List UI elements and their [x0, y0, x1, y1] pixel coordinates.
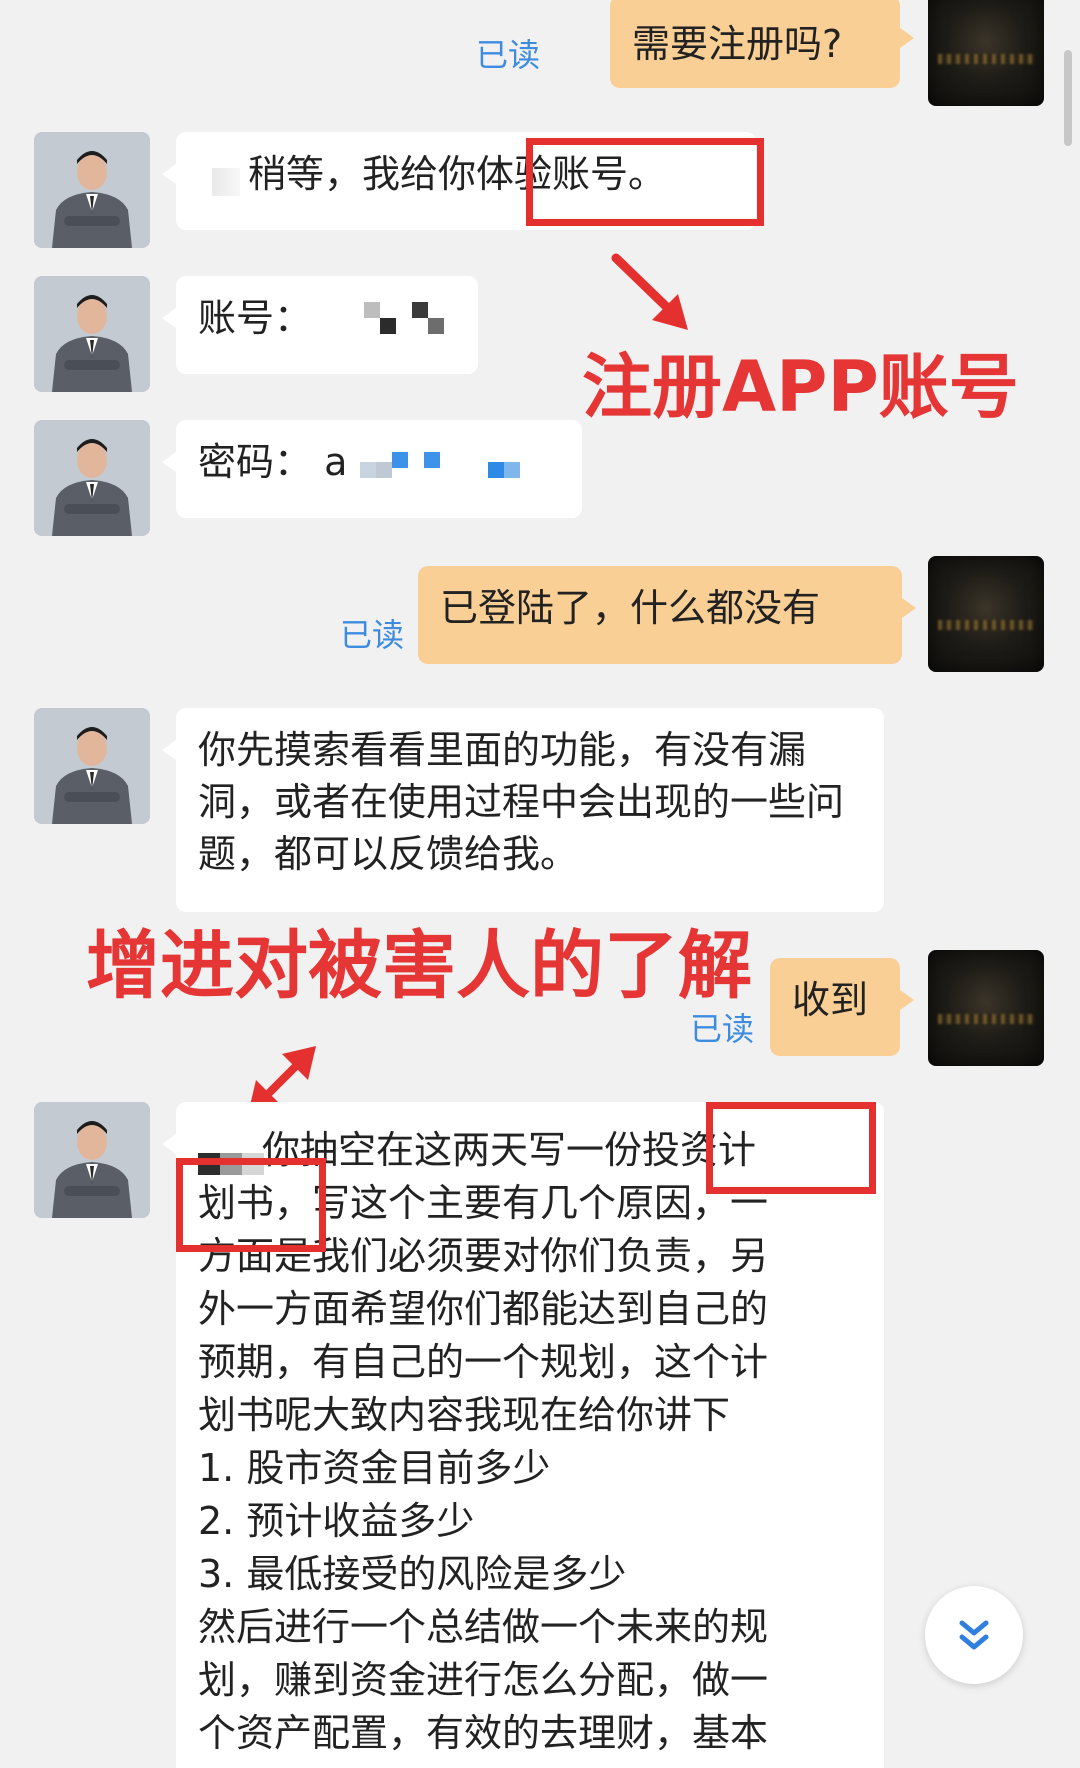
user-avatar[interactable]	[928, 556, 1044, 672]
message-line: 1. 股市资金目前多少	[198, 1446, 551, 1490]
message-line: 3. 最低接受的风险是多少	[198, 1552, 627, 1596]
agent-avatar[interactable]	[34, 276, 150, 392]
red-arrow-icon	[611, 253, 688, 330]
person-in-suit-icon	[34, 420, 150, 536]
message-line: 划，赚到资金进行怎么分配，做一	[198, 1658, 769, 1702]
message-text: 你先摸索看看里面的功能，有没有漏洞，或者在使用过程中会出现的一些问题，都可以反馈…	[198, 728, 845, 876]
user-avatar[interactable]	[928, 0, 1044, 106]
chat-message-list[interactable]: 已读 需要注册吗? 稍等，我给你体验账号。 账号： 密码： a 注册APP账号 …	[0, 0, 1060, 1768]
read-status: 已读	[690, 1010, 755, 1048]
read-status: 已读	[340, 616, 405, 654]
message-line: 预期，有自己的一个规划，这个计	[198, 1340, 769, 1384]
message-label: 账号：	[198, 296, 313, 340]
message-text: 已登陆了，什么都没有	[440, 586, 821, 630]
message-text: 收到	[792, 978, 869, 1022]
red-highlight-box	[176, 1158, 326, 1252]
person-in-suit-icon	[34, 1102, 150, 1218]
incoming-message-bubble[interactable]: 你先摸索看看里面的功能，有没有漏洞，或者在使用过程中会出现的一些问题，都可以反馈…	[162, 708, 884, 912]
double-chevron-down-icon	[959, 1620, 989, 1650]
red-highlight-box	[526, 138, 764, 226]
read-status: 已读	[476, 36, 541, 74]
incoming-message-bubble[interactable]: 账号：	[162, 276, 478, 374]
user-avatar[interactable]	[928, 950, 1044, 1066]
agent-avatar[interactable]	[34, 420, 150, 536]
message-line: 然后进行一个总结做一个未来的规	[198, 1605, 769, 1649]
chat-screen: 已读 需要注册吗? 稍等，我给你体验账号。 账号： 密码： a 注册APP账号 …	[0, 0, 1080, 1768]
message-line: 划书呢大致内容我现在给你讲下	[198, 1393, 731, 1437]
redacted-name	[212, 168, 240, 196]
message-line: 2. 预计收益多少	[198, 1499, 475, 1543]
redacted-account	[364, 295, 445, 347]
redacted-password	[359, 439, 520, 491]
scrollbar-thumb[interactable]	[1064, 50, 1072, 146]
agent-avatar[interactable]	[34, 132, 150, 248]
outgoing-message-bubble[interactable]: 需要注册吗?	[610, 0, 914, 88]
message-line: 外一方面希望你们都能达到自己的	[198, 1287, 769, 1331]
outgoing-message-bubble[interactable]: 收到	[770, 958, 914, 1056]
outgoing-message-bubble[interactable]: 已登陆了，什么都没有	[418, 566, 916, 664]
message-line: 个资产配置，有效的去理财，基本	[198, 1711, 769, 1755]
message-label: 密码：	[198, 440, 313, 484]
agent-avatar[interactable]	[34, 708, 150, 824]
password-prefix: a	[324, 440, 348, 484]
agent-avatar[interactable]	[34, 1102, 150, 1218]
annotation-register-app: 注册APP账号	[582, 346, 1019, 428]
message-text: 需要注册吗?	[632, 22, 843, 66]
incoming-message-bubble[interactable]: 密码： a	[162, 420, 582, 518]
person-in-suit-icon	[34, 276, 150, 392]
scroll-to-bottom-button[interactable]	[925, 1586, 1023, 1684]
person-in-suit-icon	[34, 132, 150, 248]
annotation-understand-victim: 增进对被害人的了解	[86, 923, 752, 1009]
red-highlight-box	[706, 1102, 876, 1194]
person-in-suit-icon	[34, 708, 150, 824]
